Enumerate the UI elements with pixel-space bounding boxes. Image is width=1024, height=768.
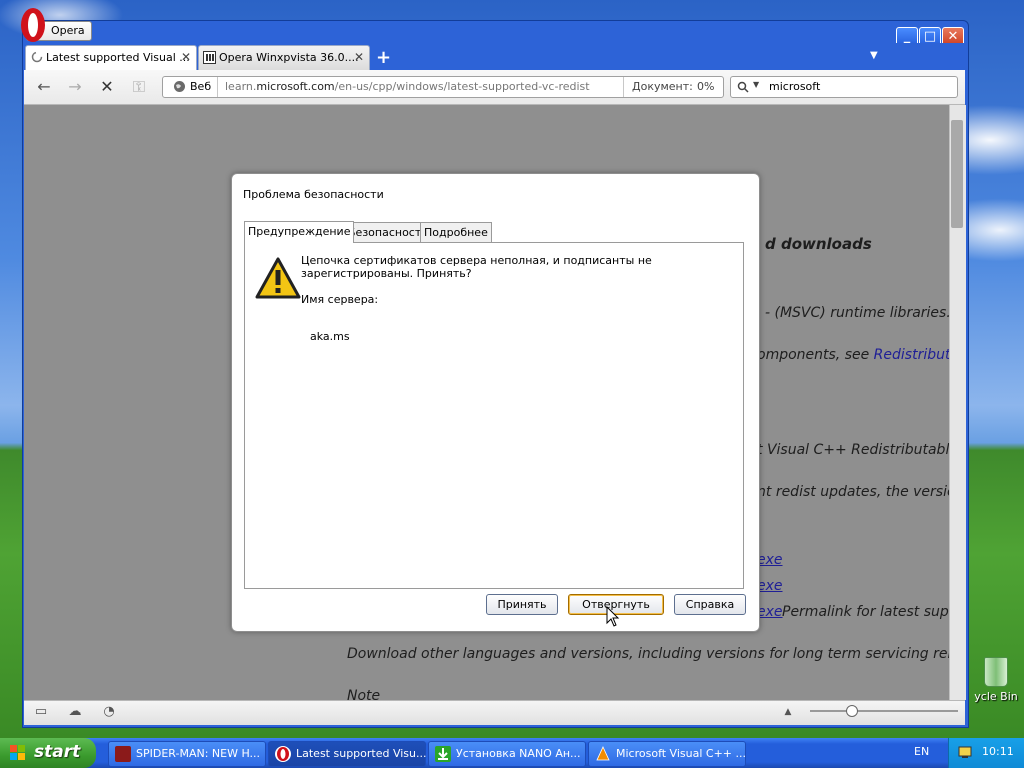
tab-latest-supported-visual[interactable]: Latest supported Visual ... ✕ [25,45,197,71]
opera-menu-label: Opera [51,24,85,37]
document-progress-label: Документ: [632,80,693,93]
key-icon[interactable]: ⚿ [128,76,150,98]
recycle-bin[interactable]: ycle Bin [968,655,1024,715]
web-badge-label: Веб [190,80,212,93]
back-button[interactable]: ← [33,76,55,98]
forward-button[interactable]: → [64,76,86,98]
page-text: Permalink for latest sup [782,604,949,620]
opera-menu-button[interactable]: Opera [21,8,92,42]
page-text: t Visual C++ Redistributable [757,442,949,458]
tab-menu-chevron-icon[interactable]: ▼ [870,50,878,61]
page-text: Note [347,688,381,700]
tab-close-icon[interactable]: ✕ [181,50,191,64]
recycle-bin-label: ycle Bin [974,690,1018,703]
globe-icon [174,81,185,92]
dialog-panel: Цепочка сертификатов сервера неполная, и… [244,242,744,589]
tab-opera-winxpvista[interactable]: Opera Winxpvista 36.0.... ✕ [198,45,370,70]
server-name-label: Имя сервера: [301,293,379,306]
redistributable-link[interactable]: Redistributi [874,347,949,363]
zoom-up-icon[interactable]: ▲ [780,704,796,720]
dialog-title: Проблема безопасности [243,188,384,201]
taskbar-item-download[interactable]: Установка NANO Ан... [428,741,586,767]
taskbar-item-label: Microsoft Visual C++ ... [616,747,746,760]
taskbar-item-opera[interactable]: Latest supported Visu... [268,741,427,767]
search-engine-chevron-icon[interactable]: ▼ [753,80,759,89]
opera-icon [275,746,291,762]
tab-close-icon[interactable]: ✕ [354,50,364,64]
help-button[interactable]: Справка [674,594,746,615]
page-text: - (MSVC) runtime libraries. T [765,305,949,321]
taskbar-item-visual-cpp[interactable]: Microsoft Visual C++ ... [588,741,746,767]
spiderman-icon [115,746,131,762]
mouse-cursor-icon [606,606,620,627]
status-bar [24,700,965,725]
tab-title: Latest supported Visual ... [46,51,190,64]
tab-title: Opera Winxpvista 36.0.... [219,51,359,64]
download-link[interactable]: exe [757,552,783,568]
clock: 10:11 [982,745,1014,758]
tab-details[interactable]: Подробнее [420,222,492,243]
search-input-value: microsoft [769,80,821,93]
start-button[interactable]: start [0,738,96,768]
language-indicator[interactable]: EN [914,745,929,758]
server-name-value: aka.ms [310,330,350,343]
download-link[interactable]: exe [757,604,783,620]
taskbar-item-label: Latest supported Visu... [296,747,427,760]
security-dialog: Проблема безопасности Предупреждение Без… [231,173,760,632]
page-icon [203,51,216,64]
opera-logo-icon [21,8,45,42]
speed-dial-icon[interactable]: ◔ [101,704,117,720]
page-text: omponents, see Redistributi [757,347,949,363]
taskbar-item-label: Установка NANO Ан... [456,747,581,760]
new-tab-button[interactable]: + [376,47,391,68]
page-text: nt redist updates, the version [757,484,949,500]
loading-spinner-icon [31,51,43,63]
zoom-slider-knob[interactable] [846,705,858,717]
tab-security[interactable]: Безопасность [344,222,432,243]
tab-warning[interactable]: Предупреждение [244,221,355,243]
page-text: Download other languages and versions, i… [347,646,949,662]
scrollbar-thumb[interactable] [951,120,963,228]
download-link[interactable]: exe [757,578,783,594]
search-icon [737,81,749,93]
search-field[interactable]: ▼ microsoft [730,76,958,98]
zoom-slider[interactable] [810,710,958,712]
cloud-icon[interactable]: ☁ [67,704,83,720]
recycle-bin-icon [984,657,1008,687]
page-heading: d downloads [765,235,872,253]
web-badge[interactable]: Веб [163,77,218,97]
panel-toggle-icon[interactable]: ▭ [33,704,49,720]
start-label: start [34,742,81,762]
accept-button[interactable]: Принять [486,594,558,615]
address-bar[interactable]: Веб learn.microsoft.com/en-us/cpp/window… [162,76,724,98]
warning-message: Цепочка сертификатов сервера неполная, и… [301,254,652,280]
network-tray-icon[interactable] [958,745,972,759]
document-progress-value: 0% [697,80,715,93]
url-text[interactable]: learn.microsoft.com/en-us/cpp/windows/la… [225,80,590,93]
document-progress: Документ: 0% [623,77,723,97]
windows-logo-icon [10,745,25,760]
taskbar-item-spiderman[interactable]: SPIDER-MAN: NEW H... [108,741,266,767]
taskbar-item-label: SPIDER-MAN: NEW H... [136,747,261,760]
warning-icon [255,257,301,299]
vlc-icon [595,746,611,762]
download-icon [435,746,451,762]
stop-button[interactable]: ✕ [96,76,118,98]
